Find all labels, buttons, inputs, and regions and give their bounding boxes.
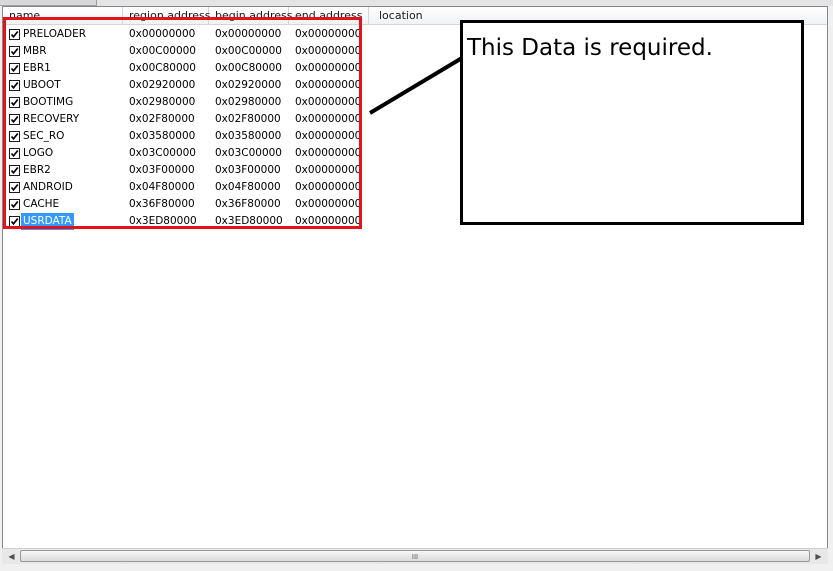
annotation-text: This Data is required. xyxy=(467,35,713,61)
annotation-callout: This Data is required. xyxy=(460,20,804,225)
scrollbar-grip: III xyxy=(411,553,419,561)
scroll-left-icon[interactable]: ◀ xyxy=(4,549,19,564)
scrollbar-thumb[interactable]: III xyxy=(20,550,810,562)
horizontal-scrollbar[interactable]: ◀ III ▶ xyxy=(2,548,828,564)
scroll-right-icon[interactable]: ▶ xyxy=(811,549,826,564)
